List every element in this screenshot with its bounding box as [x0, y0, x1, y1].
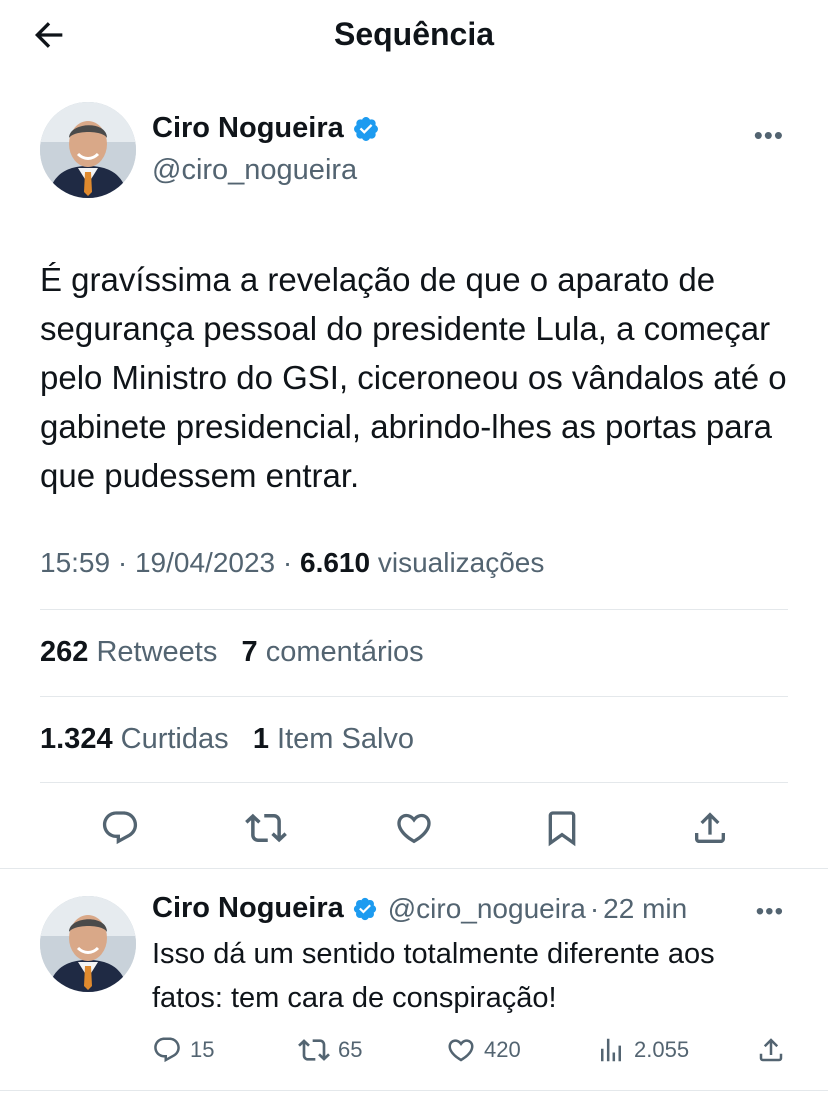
- more-icon[interactable]: •••: [756, 898, 784, 926]
- divider: [40, 782, 788, 783]
- like-save-stats: 1.324 Curtidas 1 Item Salvo: [40, 723, 414, 756]
- saved-count: 1: [252, 723, 269, 755]
- like-icon: [448, 1039, 474, 1062]
- views-label: visualizações: [377, 547, 545, 578]
- reply-author-avatar[interactable]: [40, 896, 136, 992]
- retweet-count: 65: [338, 1037, 363, 1062]
- verified-badge-icon: [353, 116, 378, 141]
- more-icon[interactable]: •••: [754, 120, 784, 151]
- reply-reply-button[interactable]: 15: [152, 1030, 214, 1070]
- share-icon: [759, 1038, 783, 1062]
- reply-icon: [154, 1037, 180, 1063]
- reply-header: Ciro Nogueira @ciro_nogueira · 22 min: [152, 892, 788, 925]
- share-icon: [695, 812, 725, 843]
- author-handle[interactable]: @ciro_nogueira: [152, 154, 357, 187]
- views-count: 6.610: [300, 547, 371, 578]
- divider: [40, 696, 788, 697]
- tweet-date[interactable]: 19/04/2023: [135, 547, 275, 578]
- top-bar: Sequência: [0, 0, 828, 72]
- tweet-time[interactable]: 15:59: [40, 547, 110, 578]
- share-button[interactable]: [688, 806, 732, 850]
- reply-text: Isso dá um sentido totalmente diferente …: [152, 938, 715, 1014]
- reply-like-button[interactable]: 420: [446, 1030, 521, 1070]
- author-name-row[interactable]: Ciro Nogueira: [152, 112, 380, 145]
- divider: [40, 609, 788, 610]
- section-divider: [0, 868, 828, 869]
- reply-button[interactable]: [98, 806, 142, 850]
- comments-count: 7: [241, 636, 258, 668]
- reply-actions: 15 65 420 2.055: [152, 1030, 788, 1070]
- verified-badge-icon: [353, 897, 376, 920]
- retweet-icon: [298, 1039, 330, 1061]
- saved-stat[interactable]: 1 Item Salvo: [253, 723, 414, 755]
- retweets-stat[interactable]: 262 Retweets: [40, 636, 217, 668]
- reply-retweet-button[interactable]: 65: [298, 1030, 362, 1070]
- reply-time[interactable]: 22 min: [603, 893, 687, 925]
- like-icon: [397, 813, 431, 844]
- bookmark-button[interactable]: [540, 806, 584, 850]
- views-count: 2.055: [634, 1037, 690, 1062]
- reply-count: 15: [190, 1037, 215, 1062]
- tweet-actions: [40, 800, 788, 856]
- tweet-text: É gravíssima a revelação de que o aparat…: [40, 261, 787, 494]
- retweets-label: Retweets: [96, 636, 218, 668]
- author-name[interactable]: Ciro Nogueira: [152, 112, 344, 145]
- retweets-count: 262: [40, 636, 89, 668]
- bookmark-icon: [548, 811, 576, 847]
- reply-views-button[interactable]: 2.055: [596, 1030, 689, 1070]
- retweet-button[interactable]: [244, 806, 288, 850]
- meta-separator: ·: [589, 892, 600, 924]
- likes-label: Curtidas: [120, 723, 229, 755]
- retweet-comment-stats: 262 Retweets 7 comentários: [40, 636, 424, 669]
- reply-author-name[interactable]: Ciro Nogueira: [152, 892, 344, 925]
- meta-separator: ·: [282, 547, 300, 578]
- page-title: Sequência: [333, 16, 495, 52]
- saved-label: Item Salvo: [277, 723, 415, 755]
- comments-label: comentários: [265, 636, 424, 668]
- reply-author-handle[interactable]: @ciro_nogueira: [388, 893, 586, 925]
- retweet-icon: [245, 813, 287, 843]
- like-count: 420: [484, 1037, 521, 1062]
- likes-count: 1.324: [40, 723, 113, 755]
- reply-icon: [102, 811, 138, 845]
- like-button[interactable]: [392, 806, 436, 850]
- meta-separator: ·: [117, 547, 135, 578]
- comments-stat[interactable]: 7 comentários: [242, 636, 424, 668]
- author-avatar[interactable]: [40, 102, 136, 198]
- views-icon: [601, 1038, 621, 1062]
- reply-share-button[interactable]: [756, 1030, 794, 1070]
- likes-stat[interactable]: 1.324 Curtidas: [40, 723, 229, 755]
- section-divider: [0, 1090, 828, 1091]
- tweet-meta: 15:59 · 19/04/2023 · 6.610 visualizações: [40, 547, 544, 579]
